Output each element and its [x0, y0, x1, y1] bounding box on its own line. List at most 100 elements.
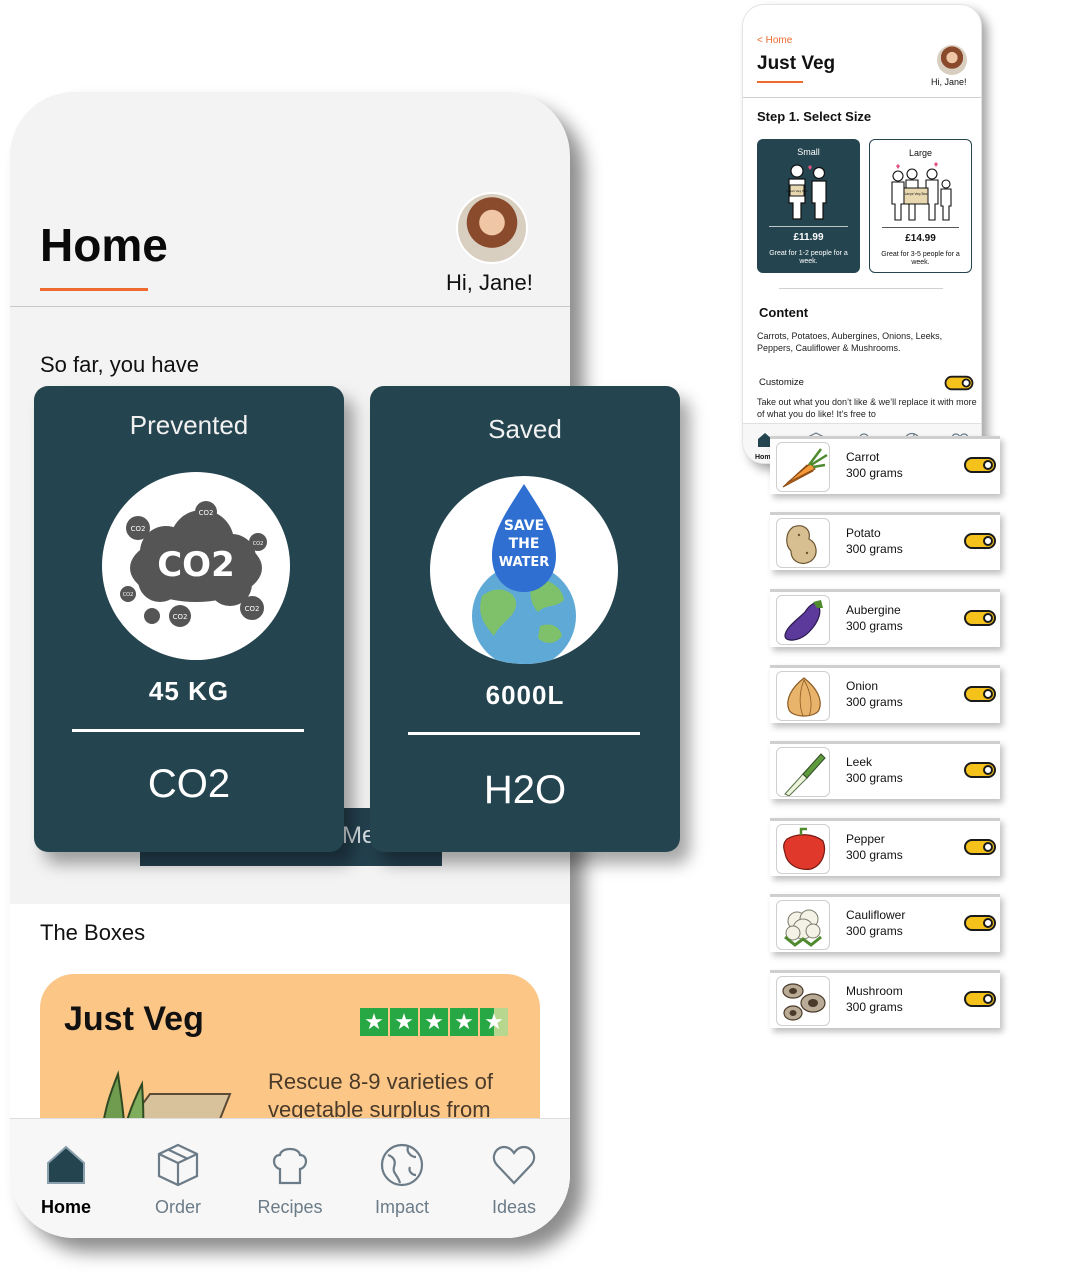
chef-hat-icon: [272, 1147, 308, 1185]
nav-item-order[interactable]: Order: [122, 1119, 234, 1238]
impact-intro-text: So far, you have: [40, 352, 199, 377]
veg-toggle[interactable]: [964, 686, 996, 702]
title-underline: [757, 81, 803, 83]
greeting-text: Hi, Jane!: [931, 77, 967, 87]
star-icon: ★: [360, 1008, 388, 1036]
page-title: Home: [40, 219, 168, 271]
stat-value: 6000L: [485, 680, 565, 710]
veg-name: Cauliflower: [846, 908, 906, 922]
stat-unit: H2O: [483, 768, 567, 812]
people-illustration: Small Veg Box: [786, 164, 827, 220]
nav-item-home[interactable]: Home: [10, 1119, 122, 1238]
box-icon: [157, 1143, 199, 1187]
header-divider: [10, 306, 570, 307]
co2-bubble-label: CO2: [199, 509, 214, 517]
greeting-text: Hi, Jane!: [446, 270, 533, 295]
veg-amount: 300 grams: [846, 619, 903, 633]
size-description: Great for 1-2 people for a week.: [769, 250, 848, 265]
stat-divider: [408, 732, 640, 735]
veg-name: Mushroom: [846, 984, 903, 998]
half-star-icon: ★: [480, 1008, 508, 1036]
veg-name: Leek: [846, 755, 873, 769]
veg-amount: 300 grams: [846, 1000, 903, 1014]
size-price: £14.99: [905, 233, 936, 244]
veg-toggle[interactable]: [964, 457, 996, 473]
header-divider: [743, 97, 981, 98]
star-icon: ★: [450, 1008, 478, 1036]
veg-amount: 300 grams: [846, 771, 903, 785]
veg-amount: 300 grams: [846, 466, 903, 480]
box-sign-text: Large Veg Box: [905, 192, 928, 196]
stat-heading: Saved: [488, 414, 562, 444]
veg-toggle[interactable]: [964, 915, 996, 931]
nav-label: Impact: [374, 1197, 430, 1217]
stat-divider: [72, 729, 304, 732]
title-underline: [40, 288, 148, 291]
water-sign-word: WATER: [499, 555, 550, 570]
size-description: Great for 3-5 people for a week.: [881, 251, 960, 266]
stat-heading: Prevented: [129, 410, 249, 440]
box-card-description: Rescue 8-9 varieties of vegetable surplu…: [268, 1069, 493, 1122]
star-icon: ★: [390, 1008, 418, 1036]
stat-unit: CO2: [147, 762, 231, 806]
back-link[interactable]: < Home: [757, 35, 792, 46]
veg-item-pepper: Pepper 300 grams: [770, 818, 1000, 876]
stat-value: 45 KG: [148, 676, 230, 706]
veg-amount: 300 grams: [846, 542, 903, 556]
size-price: £11.99: [793, 232, 824, 243]
veg-toggle[interactable]: [964, 991, 996, 1007]
nav-item-recipes[interactable]: Recipes: [234, 1119, 346, 1238]
nav-label: Recipes: [257, 1197, 323, 1217]
bottom-nav: Home Order Recipes Impact Ideas: [10, 1118, 570, 1238]
heart-icon: [492, 1145, 536, 1185]
customize-toggle[interactable]: [944, 375, 974, 391]
veg-item-leek: Leek 300 grams: [770, 741, 1000, 799]
veg-item-mushroom: Mushroom 300 grams: [770, 970, 1000, 1028]
size-option-small[interactable]: Small Small Veg Box £11.99 Great for 1-2…: [757, 139, 860, 273]
avatar[interactable]: [456, 192, 528, 264]
veg-toggle[interactable]: [964, 762, 996, 778]
co2-cloud-icon: CO2 CO2 CO2 CO2 CO2 CO2 CO2: [102, 472, 290, 660]
veg-name: Aubergine: [846, 603, 901, 617]
leek-icon: [776, 747, 830, 797]
water-sign-word: SAVE: [504, 518, 544, 534]
co2-bubble-label: CO2: [123, 592, 134, 598]
water-saved-card: Saved SAVE THE WATER 6000L H2O: [370, 386, 680, 852]
size-name: Small: [797, 147, 820, 157]
veg-toggle[interactable]: [964, 533, 996, 549]
veg-name: Pepper: [846, 832, 885, 846]
customize-label: Customize: [759, 377, 804, 388]
co2-prevented-card: Prevented CO2 CO2 CO2 CO2 CO2 CO2 CO2 45…: [34, 386, 344, 852]
veg-toggle[interactable]: [964, 610, 996, 626]
content-list: Carrots, Potatoes, Aubergines, Onions, L…: [757, 331, 943, 353]
co2-bubble-label: CO2: [253, 541, 264, 547]
co2-cloud-label: CO2: [157, 545, 235, 585]
aubergine-icon: [776, 595, 830, 645]
people-illustration: Large Veg Box: [891, 162, 952, 221]
section-divider: [779, 288, 943, 289]
mushroom-icon: [776, 976, 830, 1026]
product-detail-screen: < Home Just Veg Hi, Jane! Step 1. Select…: [742, 4, 982, 464]
nav-item-ideas[interactable]: Ideas: [458, 1119, 570, 1238]
customize-note: Take out what you don’t like & we’ll rep…: [757, 397, 977, 419]
carrot-icon: [776, 442, 830, 492]
boxes-heading: The Boxes: [40, 920, 146, 945]
nav-label: Order: [154, 1197, 201, 1217]
water-sign-word: THE: [509, 536, 540, 552]
nav-item-impact[interactable]: Impact: [346, 1119, 458, 1238]
veg-toggle[interactable]: [964, 839, 996, 855]
pepper-icon: [776, 824, 830, 874]
co2-bubble-label: CO2: [131, 525, 146, 533]
size-option-large[interactable]: Large Large Veg Box £14.99 Great for 3-5…: [869, 139, 972, 273]
veg-amount: 300 grams: [846, 848, 903, 862]
globe-icon: [380, 1143, 424, 1187]
veg-item-potato: Potato 300 grams: [770, 512, 1000, 570]
composite-mockup: Home Hi, Jane! So far, you have Me The B…: [0, 0, 1078, 1278]
co2-bubble-label: CO2: [245, 605, 260, 613]
avatar[interactable]: [937, 45, 967, 75]
cauliflower-icon: [776, 900, 830, 950]
step-title: Step 1. Select Size: [757, 109, 872, 124]
size-divider: [769, 226, 848, 227]
nav-label: Home: [40, 1197, 91, 1217]
page-title: Just Veg: [757, 53, 836, 74]
